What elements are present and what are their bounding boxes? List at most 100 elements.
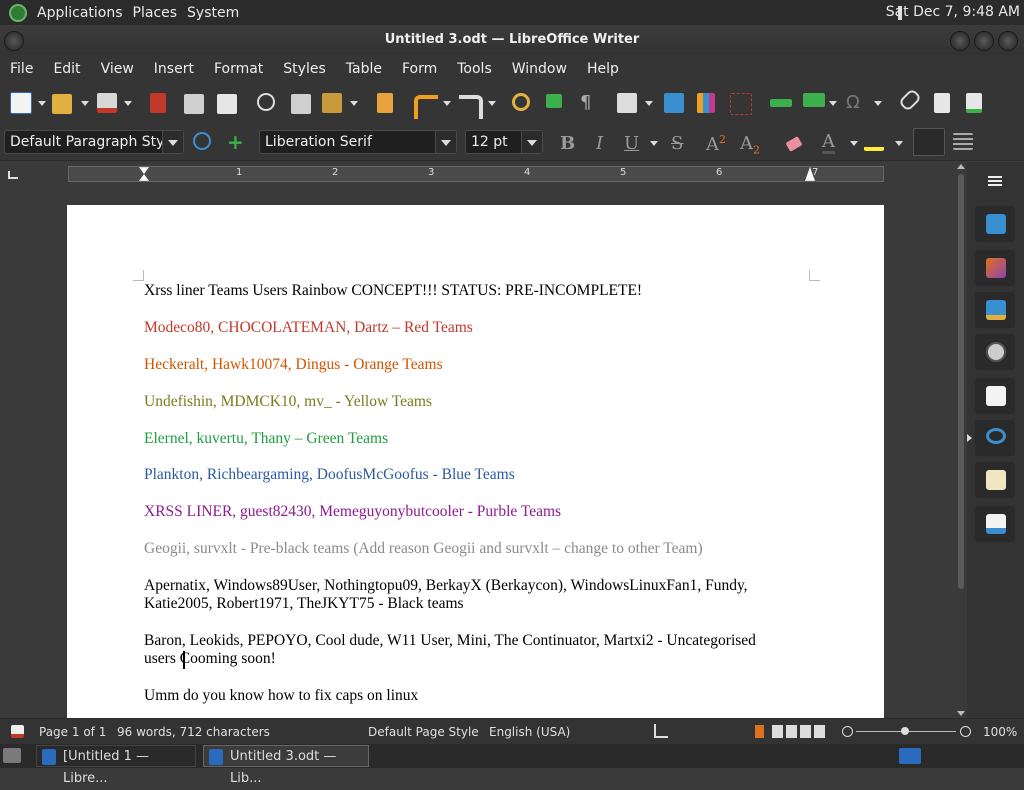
insert-chart-icon[interactable]: [697, 93, 715, 113]
paragraph-title[interactable]: Xrss liner Teams Users Rainbow CONCEPT!!…: [144, 282, 824, 300]
special-character-dropdown-icon[interactable]: [874, 101, 882, 106]
vertical-scrollbar[interactable]: [955, 162, 967, 718]
sidebar-style-inspector-button[interactable]: [975, 420, 1015, 456]
spelling-icon[interactable]: [546, 94, 562, 108]
bold-icon[interactable]: B: [560, 133, 575, 154]
indent-marker-icon[interactable]: [139, 167, 149, 181]
menu-format[interactable]: Format: [204, 61, 273, 77]
sidebar-manage-changes-button[interactable]: [975, 462, 1015, 498]
sidebar-styles-button[interactable]: [975, 250, 1015, 286]
menu-tools[interactable]: Tools: [447, 61, 502, 77]
superscript-icon[interactable]: A2: [706, 133, 726, 155]
save-icon[interactable]: [97, 93, 117, 113]
paragraph-red-teams[interactable]: Modeco80, CHOCOLATEMAN, Dartz – Red Team…: [144, 319, 824, 337]
menu-window[interactable]: Window: [502, 61, 577, 77]
menu-insert[interactable]: Insert: [144, 61, 204, 77]
paste-icon[interactable]: [322, 93, 342, 113]
clear-formatting-icon[interactable]: [785, 136, 803, 152]
view-layout-icon[interactable]: [772, 725, 826, 738]
horizontal-ruler[interactable]: 1 2 3 4 5 6 7: [0, 162, 1024, 188]
word-count[interactable]: 96 words, 712 characters: [117, 725, 270, 739]
zoom-level[interactable]: 100%: [983, 725, 1017, 739]
language[interactable]: English (USA): [489, 725, 570, 739]
paragraph-question[interactable]: Umm do you know how to fix caps on linux: [144, 687, 824, 705]
system-menu[interactable]: System: [187, 5, 239, 21]
field-dropdown-icon[interactable]: [829, 101, 837, 106]
document-modified-icon[interactable]: [11, 725, 24, 738]
font-size-select[interactable]: 12 pt: [465, 130, 543, 154]
highlight-icon[interactable]: [864, 131, 884, 151]
paragraph-uncategorised[interactable]: Baron, Leokids, PEPOYO, Cool dude, W11 U…: [144, 632, 784, 668]
chevron-down-icon[interactable]: [521, 131, 542, 153]
print-preview-icon[interactable]: [217, 94, 237, 114]
formatting-marks-icon[interactable]: ¶: [580, 93, 600, 113]
show-desktop-icon[interactable]: [3, 748, 21, 763]
menu-file[interactable]: File: [0, 61, 43, 77]
highlight-dropdown-icon[interactable]: [895, 141, 903, 146]
new-dropdown-icon[interactable]: [38, 101, 46, 106]
insert-endnote-icon[interactable]: [966, 93, 982, 113]
find-replace-icon[interactable]: [512, 93, 530, 111]
sidebar-menu-icon[interactable]: [988, 176, 1002, 186]
window-title-bar[interactable]: Untitled 3.odt — LibreOffice Writer: [0, 25, 1024, 55]
sidebar-page-button[interactable]: [975, 378, 1015, 414]
paragraph-pre-black-teams[interactable]: Geogii, survxlt - Pre-black teams (Add r…: [144, 540, 824, 558]
new-document-icon[interactable]: [10, 92, 32, 114]
paragraph-black-teams[interactable]: Apernatix, Windows89User, Nothingtopu09,…: [144, 577, 784, 613]
italic-icon[interactable]: I: [596, 133, 603, 154]
ruler-strip[interactable]: 1 2 3 4 5 6 7: [68, 166, 884, 182]
selection-mode-icon[interactable]: [654, 724, 668, 738]
underline-icon[interactable]: U: [624, 133, 639, 154]
tab-stop-icon[interactable]: [8, 171, 18, 179]
insert-page-break-icon[interactable]: [770, 99, 792, 107]
save-dropdown-icon[interactable]: [124, 101, 132, 106]
special-character-icon[interactable]: Ω: [846, 93, 866, 113]
scroll-down-icon[interactable]: [957, 711, 965, 716]
close-button[interactable]: [998, 31, 1018, 51]
export-pdf-icon[interactable]: [150, 93, 166, 113]
paragraph-blue-teams[interactable]: Plankton, Richbeargaming, DoofusMcGoofus…: [144, 466, 824, 484]
redo-dropdown-icon[interactable]: [488, 101, 496, 106]
places-menu[interactable]: Places: [133, 5, 178, 21]
insert-image-icon[interactable]: [664, 93, 684, 113]
cut-icon[interactable]: [257, 93, 275, 111]
digital-signature-icon[interactable]: [755, 725, 764, 738]
sidebar-accessibility-button[interactable]: [975, 506, 1015, 542]
zoom-slider-handle[interactable]: [901, 727, 909, 735]
distro-logo-icon[interactable]: [9, 3, 27, 22]
copy-icon[interactable]: [291, 94, 311, 114]
document-area[interactable]: Xrss liner Teams Users Rainbow CONCEPT!!…: [0, 188, 955, 718]
align-left-button[interactable]: [913, 128, 945, 156]
strikethrough-icon[interactable]: S: [671, 133, 683, 154]
paragraph-green-teams[interactable]: Elernel, kuvertu, Thany – Green Teams: [144, 430, 824, 448]
font-name-select[interactable]: Liberation Serif: [259, 130, 457, 154]
subscript-icon[interactable]: A2: [740, 133, 760, 157]
maximize-button[interactable]: [974, 31, 994, 51]
scrollbar-thumb[interactable]: [958, 174, 964, 589]
paragraph-orange-teams[interactable]: Heckeralt, Hawk10074, Dingus - Orange Te…: [144, 356, 824, 374]
page-count[interactable]: Page 1 of 1: [39, 725, 106, 739]
document-page[interactable]: Xrss liner Teams Users Rainbow CONCEPT!!…: [67, 205, 884, 718]
paste-dropdown-icon[interactable]: [350, 101, 358, 106]
zoom-in-icon[interactable]: [960, 726, 971, 737]
page-style[interactable]: Default Page Style: [368, 725, 479, 739]
insert-table-icon[interactable]: [617, 93, 637, 113]
align-center-icon[interactable]: [953, 133, 973, 150]
menu-styles[interactable]: Styles: [273, 61, 335, 77]
chevron-down-icon[interactable]: [435, 131, 456, 153]
sidebar-gallery-button[interactable]: [975, 292, 1015, 328]
insert-footnote-icon[interactable]: [934, 93, 950, 113]
underline-dropdown-icon[interactable]: [650, 141, 658, 146]
chevron-down-icon[interactable]: [162, 131, 183, 153]
taskbar-item-untitled-3[interactable]: Untitled 3.odt — Lib...: [203, 745, 369, 786]
sidebar-collapse-icon[interactable]: [967, 434, 972, 442]
paragraph-yellow-teams[interactable]: Undefishin, MDMCK10, mv_ - Yellow Teams: [144, 393, 824, 411]
table-dropdown-icon[interactable]: [645, 101, 653, 106]
insert-field-icon[interactable]: [803, 93, 825, 107]
workspace-switcher-icon[interactable]: [899, 748, 921, 764]
redo-icon[interactable]: [459, 95, 483, 119]
undo-icon[interactable]: [414, 95, 438, 119]
font-color-dropdown-icon[interactable]: [850, 141, 858, 146]
applications-menu[interactable]: Applications: [37, 5, 123, 21]
hyperlink-icon[interactable]: [897, 87, 923, 113]
